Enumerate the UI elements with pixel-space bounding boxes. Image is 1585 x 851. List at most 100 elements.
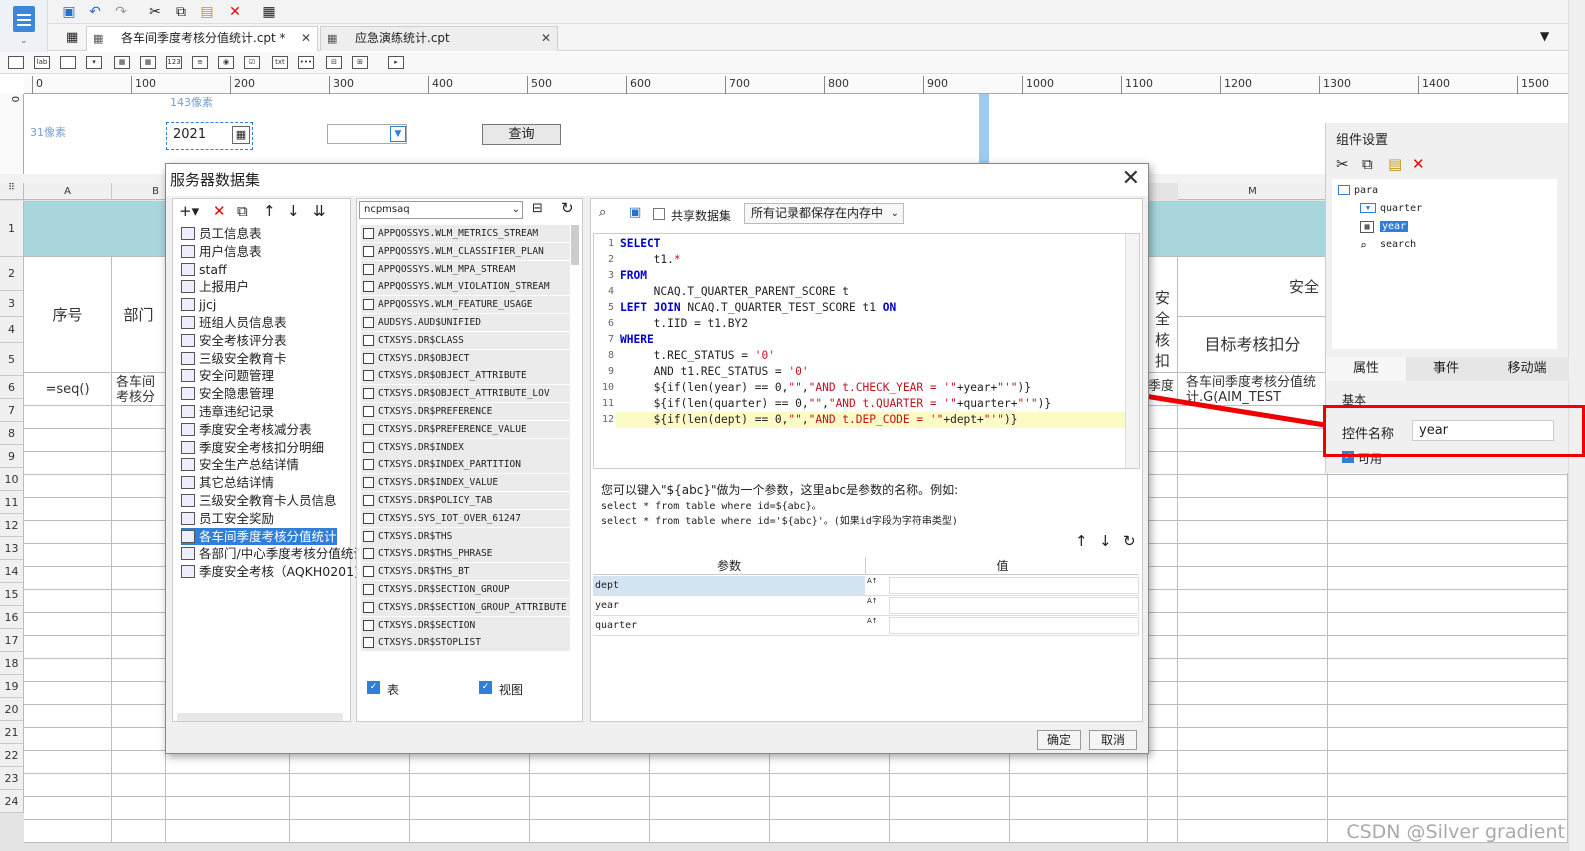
close-icon[interactable]: ✕	[301, 27, 311, 50]
grid-cell[interactable]	[24, 613, 112, 636]
date-widget-icon[interactable]: ▦	[114, 56, 130, 69]
undo-icon[interactable]: ↶	[86, 3, 104, 21]
tab-events[interactable]: 事件	[1406, 357, 1486, 381]
dataset-item[interactable]: 员工信息表	[181, 225, 262, 242]
table-item[interactable]: CTXSYS.DR$STOPLIST	[361, 634, 570, 652]
grid-cell[interactable]	[290, 820, 410, 843]
grid-cell[interactable]	[1178, 820, 1328, 843]
save-icon[interactable]: ▣	[60, 3, 78, 21]
grid-cell[interactable]	[24, 452, 112, 475]
dataset-item[interactable]: 安全生产总结详情	[181, 456, 299, 473]
delete-icon[interactable]: ✕	[1412, 155, 1425, 173]
delete-icon[interactable]: ✕	[213, 201, 226, 221]
grid-cell[interactable]	[1178, 705, 1328, 728]
grid-cell[interactable]	[1010, 751, 1148, 774]
grid-cell[interactable]	[1328, 590, 1568, 613]
row-header[interactable]: 6	[0, 376, 24, 399]
grid-cell[interactable]	[1328, 613, 1568, 636]
grid-cell[interactable]	[650, 751, 770, 774]
seq-header-cell[interactable]: 序号	[24, 257, 112, 373]
grid-cell[interactable]	[1148, 682, 1178, 705]
grid-cell[interactable]	[24, 406, 112, 429]
row-header[interactable]: 11	[0, 491, 24, 514]
grid-cell[interactable]	[1328, 797, 1568, 820]
grid-cell[interactable]	[24, 728, 112, 751]
table-item[interactable]: APPQOSSYS.WLM_CLASSIFIER_PLAN	[361, 242, 570, 260]
grid-cell[interactable]	[24, 774, 112, 797]
grid-cell[interactable]	[1328, 774, 1568, 797]
grid-cell[interactable]	[530, 797, 650, 820]
grid-cell[interactable]	[166, 820, 290, 843]
year-widget-selection[interactable]: 2021 ▦	[166, 122, 253, 150]
table-item[interactable]: CTXSYS.DR$INDEX	[361, 438, 570, 456]
grid-cell[interactable]	[24, 682, 112, 705]
tab-mobile[interactable]: 移动端	[1486, 357, 1568, 381]
row-header[interactable]: 17	[0, 629, 24, 652]
text-widget-icon[interactable]: lab	[34, 56, 50, 69]
grid-cell[interactable]	[1178, 498, 1328, 521]
copy-icon[interactable]: ⧉	[1362, 155, 1373, 173]
safety-header-cell[interactable]: 安全	[1178, 257, 1328, 317]
query-button[interactable]: 查询	[482, 124, 561, 145]
memory-select[interactable]: 所有记录都保存在内存中 ⌄	[744, 203, 904, 224]
dataset-item[interactable]: 班组人员信息表	[181, 314, 287, 331]
grid-cell[interactable]	[290, 751, 410, 774]
grid-cell[interactable]	[770, 751, 890, 774]
grid-cell[interactable]	[112, 544, 166, 567]
row-header[interactable]: 21	[0, 721, 24, 744]
grid-cell[interactable]	[24, 475, 112, 498]
move-up-icon[interactable]: ↑	[263, 201, 276, 221]
delete-icon[interactable]: ✕	[226, 3, 244, 21]
grid-cell[interactable]	[24, 705, 112, 728]
paste-icon[interactable]: ▤	[198, 3, 216, 21]
param-row[interactable]: dept A↑	[593, 576, 1139, 596]
dataset-item[interactable]: staff	[181, 261, 227, 278]
grid-cell[interactable]	[1328, 682, 1568, 705]
grid-cell[interactable]	[1178, 544, 1328, 567]
grid-cell[interactable]	[410, 797, 530, 820]
dataset-item[interactable]: 三级安全教育卡	[181, 350, 287, 367]
grid-cell[interactable]	[1148, 452, 1178, 475]
grid-cell[interactable]	[1148, 590, 1178, 613]
grid-cell[interactable]	[24, 567, 112, 590]
dataset-item[interactable]: 安全考核评分表	[181, 332, 287, 349]
grid-cell[interactable]	[1178, 452, 1328, 475]
dept-header-cell[interactable]: 部门	[112, 257, 166, 373]
param-row[interactable]: year A↑	[593, 596, 1139, 616]
grid-cell[interactable]	[1148, 567, 1178, 590]
grid-cell[interactable]	[1178, 682, 1328, 705]
grid-cell[interactable]	[1148, 774, 1178, 797]
tree-node-search[interactable]: ⌕ search	[1360, 239, 1416, 252]
grid-cell[interactable]	[166, 751, 290, 774]
grid-cell[interactable]	[166, 774, 290, 797]
copy-icon[interactable]: ⧉	[172, 3, 190, 21]
grid-cell[interactable]	[1148, 820, 1178, 843]
view-checkbox[interactable]: ✓ 视图	[479, 681, 523, 698]
menu-icon[interactable]: ▼	[1540, 29, 1549, 43]
grid-cell[interactable]	[112, 475, 166, 498]
button-widget-icon[interactable]	[60, 56, 76, 69]
grid-cell[interactable]	[1148, 475, 1178, 498]
combo-widget-icon[interactable]: ▾	[86, 56, 102, 69]
tree-widget-icon[interactable]: ⊟	[326, 56, 342, 69]
grid-cell[interactable]	[112, 774, 166, 797]
table-item[interactable]: CTXSYS.DR$SECTION	[361, 616, 570, 634]
move-up-icon[interactable]: ↑	[1075, 532, 1088, 550]
grid-cell[interactable]	[530, 820, 650, 843]
grid-cell[interactable]	[24, 797, 112, 820]
grid-cell[interactable]	[112, 590, 166, 613]
grid-cell[interactable]	[1178, 475, 1328, 498]
grid-cell[interactable]	[1328, 705, 1568, 728]
row-header[interactable]: 9	[0, 445, 24, 468]
connection-icon[interactable]: ⊟	[532, 201, 543, 216]
param-value-input[interactable]	[889, 577, 1139, 594]
redo-icon[interactable]: ↷	[112, 3, 130, 21]
grid-cell[interactable]	[112, 613, 166, 636]
text-field-icon[interactable]: txt	[272, 56, 288, 69]
table-item[interactable]: AUDSYS.AUD$UNIFIED	[361, 314, 570, 331]
grid-cell[interactable]	[290, 774, 410, 797]
grid-cell[interactable]	[112, 820, 166, 843]
sql-scrollbar[interactable]	[1125, 234, 1139, 468]
quarter-combo[interactable]: ▼	[327, 124, 407, 144]
grid-cell[interactable]	[1148, 613, 1178, 636]
